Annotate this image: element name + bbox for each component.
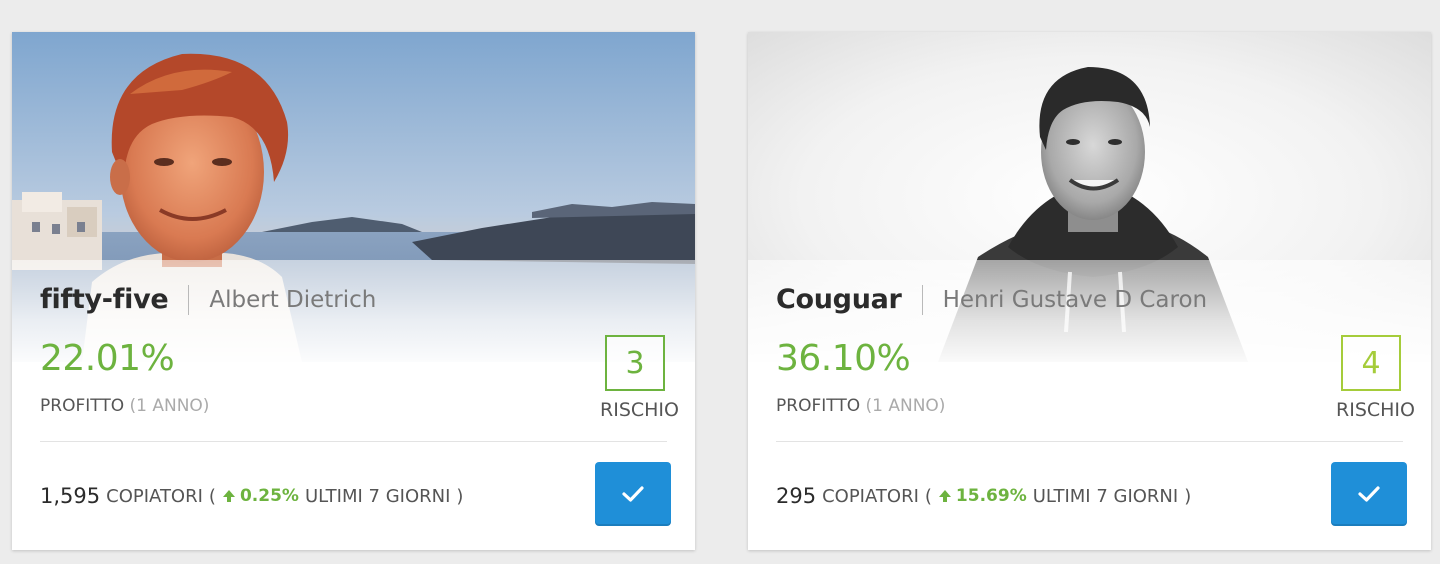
trader-username[interactable]: Couguar xyxy=(776,284,902,315)
period-label: ULTIMI 7 GIORNI xyxy=(304,485,451,507)
copy-trader-button[interactable] xyxy=(1331,462,1407,526)
profit-label-text: PROFITTO xyxy=(776,396,861,416)
copiers-label: COPIATORI xyxy=(106,485,203,507)
trader-full-name: Henri Gustave D Caron xyxy=(942,286,1208,313)
trader-username[interactable]: fifty-five xyxy=(40,284,169,315)
name-separator xyxy=(188,284,190,315)
copiers-change-pct: 15.69% xyxy=(955,486,1027,506)
arrow-up-icon xyxy=(938,489,952,503)
trader-card[interactable]: fifty-five Albert Dietrich 22.01% PROFIT… xyxy=(12,32,695,550)
trader-name-row: Couguar Henri Gustave D Caron xyxy=(776,284,1207,315)
profit-label: PROFITTO (1 ANNO) xyxy=(40,396,209,416)
trader-name-row: fifty-five Albert Dietrich xyxy=(40,284,376,315)
card-divider xyxy=(776,441,1403,442)
paren-open: ( xyxy=(924,485,932,507)
name-separator xyxy=(921,284,923,315)
copiers-row: 1,595 COPIATORI ( 0.25% ULTIMI 7 GIORNI … xyxy=(40,484,469,508)
profit-value: 22.01% xyxy=(40,338,175,379)
copiers-change-pct: 0.25% xyxy=(239,486,299,506)
arrow-up-icon xyxy=(222,489,236,503)
copy-trader-button[interactable] xyxy=(595,462,671,526)
profit-value: 36.10% xyxy=(776,338,911,379)
card-divider xyxy=(40,441,667,442)
paren-close: ) xyxy=(456,485,464,507)
copiers-row: 295 COPIATORI ( 15.69% ULTIMI 7 GIORNI ) xyxy=(776,484,1197,508)
paren-open: ( xyxy=(208,485,216,507)
period-label: ULTIMI 7 GIORNI xyxy=(1032,485,1179,507)
profit-label-text: PROFITTO xyxy=(40,396,125,416)
risk-score-badge: 3 xyxy=(605,335,665,391)
copiers-count: 295 xyxy=(776,484,817,508)
risk-label: RISCHIO xyxy=(1336,399,1415,421)
trader-full-name: Albert Dietrich xyxy=(209,286,377,313)
profit-label: PROFITTO (1 ANNO) xyxy=(776,396,945,416)
paren-close: ) xyxy=(1184,485,1192,507)
profit-period: (1 ANNO) xyxy=(129,396,210,416)
profit-period: (1 ANNO) xyxy=(865,396,946,416)
checkmark-icon xyxy=(1357,484,1381,504)
trader-card[interactable]: Couguar Henri Gustave D Caron 36.10% PRO… xyxy=(748,32,1431,550)
risk-label: RISCHIO xyxy=(600,399,679,421)
copiers-label: COPIATORI xyxy=(822,485,919,507)
copiers-count: 1,595 xyxy=(40,484,101,508)
risk-score-badge: 4 xyxy=(1341,335,1401,391)
checkmark-icon xyxy=(621,484,645,504)
